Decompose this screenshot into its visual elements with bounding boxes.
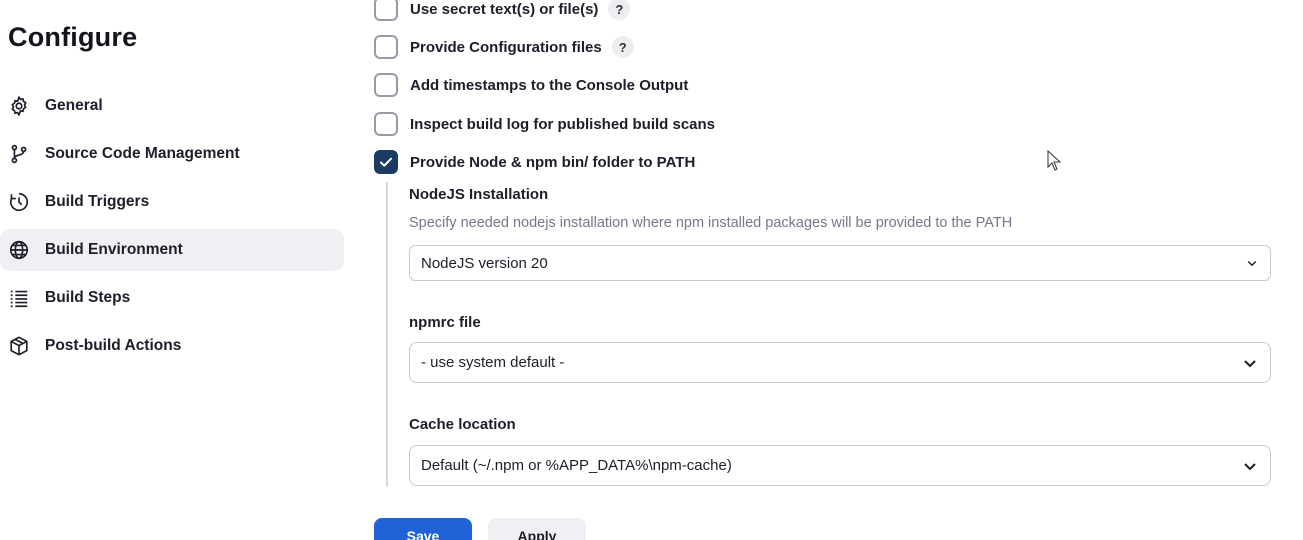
checkbox-checked[interactable] bbox=[374, 150, 398, 174]
sidebar-item-label: General bbox=[45, 97, 103, 114]
help-icon[interactable]: ? bbox=[608, 0, 631, 20]
sidebar-item-source-code-management[interactable]: Source Code Management bbox=[0, 133, 344, 175]
main-content: Use secret text(s) or file(s) ? Provide … bbox=[350, 0, 1303, 540]
option-secret-text[interactable]: Use secret text(s) or file(s) ? bbox=[374, 0, 631, 22]
option-label: Provide Node & npm bin/ folder to PATH bbox=[410, 153, 696, 171]
help-icon[interactable]: ? bbox=[611, 36, 634, 58]
save-button[interactable]: Save bbox=[374, 518, 472, 540]
npmrc-file-label: npmrc file bbox=[409, 314, 481, 331]
option-label: Use secret text(s) or file(s) bbox=[410, 0, 599, 18]
nodejs-installation-description: Specify needed nodejs installation where… bbox=[409, 215, 1013, 231]
option-inspect-build-log[interactable]: Inspect build log for published build sc… bbox=[374, 111, 715, 137]
option-label: Provide Configuration files bbox=[410, 38, 602, 56]
nodejs-installation-select[interactable]: NodeJS version 20 bbox=[409, 245, 1271, 281]
sidebar-item-build-steps[interactable]: Build Steps bbox=[0, 277, 344, 319]
nodejs-installation-label: NodeJS Installation bbox=[409, 186, 549, 203]
chevron-down-icon bbox=[1247, 260, 1257, 267]
cache-location-label: Cache location bbox=[409, 416, 516, 433]
option-label: Add timestamps to the Console Output bbox=[410, 76, 689, 94]
sidebar-item-label: Build Environment bbox=[45, 241, 183, 258]
sidebar-item-build-triggers[interactable]: Build Triggers bbox=[0, 181, 344, 223]
sidebar-nav: General Source Code Management Build Tri… bbox=[0, 85, 344, 373]
apply-button[interactable]: Apply bbox=[488, 518, 586, 540]
option-configuration-files[interactable]: Provide Configuration files ? bbox=[374, 34, 634, 60]
sidebar-item-label: Post-build Actions bbox=[45, 337, 182, 354]
mouse-cursor-icon bbox=[1047, 150, 1062, 171]
checkmark-icon bbox=[380, 157, 392, 167]
cache-location-select[interactable]: Default (~/.npm or %APP_DATA%\npm-cache) bbox=[409, 445, 1271, 486]
package-icon bbox=[8, 335, 30, 357]
sidebar-item-label: Source Code Management bbox=[45, 145, 240, 162]
checkbox[interactable] bbox=[374, 112, 398, 136]
clock-icon bbox=[8, 191, 30, 213]
branch-icon bbox=[8, 143, 30, 165]
checkbox[interactable] bbox=[374, 0, 398, 21]
page-title: Configure bbox=[8, 22, 138, 52]
sidebar-item-label: Build Triggers bbox=[45, 193, 150, 210]
select-value: NodeJS version 20 bbox=[421, 254, 548, 272]
select-value: Default (~/.npm or %APP_DATA%\npm-cache) bbox=[421, 457, 732, 474]
checkbox[interactable] bbox=[374, 73, 398, 97]
option-provide-node-npm[interactable]: Provide Node & npm bin/ folder to PATH bbox=[374, 149, 695, 175]
option-label: Inspect build log for published build sc… bbox=[410, 115, 716, 133]
checkbox[interactable] bbox=[374, 35, 398, 59]
gear-icon bbox=[8, 95, 30, 117]
globe-icon bbox=[8, 239, 30, 261]
sidebar-item-post-build-actions[interactable]: Post-build Actions bbox=[0, 325, 344, 367]
npmrc-file-select[interactable]: - use system default - bbox=[409, 342, 1271, 383]
list-icon bbox=[8, 287, 30, 309]
sidebar: Configure General Source Code Management… bbox=[0, 0, 350, 540]
option-timestamps[interactable]: Add timestamps to the Console Output bbox=[374, 72, 688, 98]
chevron-down-icon bbox=[1244, 462, 1256, 470]
sidebar-item-label: Build Steps bbox=[45, 289, 131, 306]
sidebar-item-build-environment[interactable]: Build Environment bbox=[0, 229, 344, 271]
chevron-down-icon bbox=[1244, 359, 1256, 367]
sidebar-item-general[interactable]: General bbox=[0, 85, 344, 127]
select-value: - use system default - bbox=[421, 354, 565, 371]
nested-section-indicator bbox=[386, 182, 388, 487]
